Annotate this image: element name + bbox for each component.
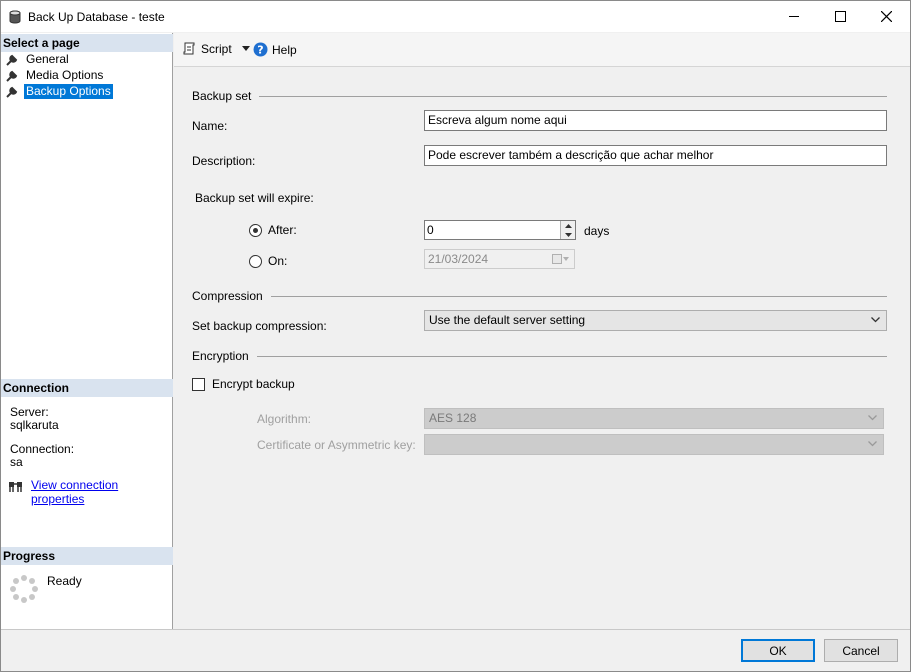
expire-label: Backup set will expire: — [195, 191, 314, 205]
select-page-heading: Select a page — [1, 34, 173, 52]
right-pane: Script ? Help Backup set Name: Escreva a… — [174, 33, 910, 629]
minimize-icon — [788, 16, 799, 17]
page-general[interactable]: General — [5, 52, 71, 67]
encryption-group: Encryption — [192, 349, 887, 363]
set-compression-label: Set backup compression: — [192, 319, 327, 333]
checkbox-unchecked-icon — [192, 377, 205, 391]
ok-button[interactable]: OK — [741, 639, 815, 662]
on-date-value: 21/03/2024 — [428, 252, 489, 266]
wrench-icon — [6, 86, 18, 98]
stepper-up-icon[interactable] — [561, 221, 575, 230]
algorithm-value: AES 128 — [429, 411, 477, 425]
radio-selected-icon — [249, 223, 262, 237]
left-pane: Select a page General Media Options Back… — [1, 33, 173, 629]
dialog-footer: OK Cancel — [1, 629, 910, 671]
svg-text:?: ? — [257, 44, 263, 57]
algorithm-select[interactable]: AES 128 — [424, 408, 884, 429]
page-media-options[interactable]: Media Options — [5, 68, 105, 83]
name-input[interactable]: Escreva algum nome aqui — [424, 110, 887, 131]
close-button[interactable] — [863, 1, 909, 32]
page-backup-options[interactable]: Backup Options — [5, 84, 113, 99]
maximize-button[interactable] — [817, 1, 863, 32]
progress-status: Ready — [47, 574, 82, 588]
server-value: sqlkaruta — [10, 418, 59, 432]
help-icon: ? — [253, 42, 268, 57]
on-date-picker[interactable]: 21/03/2024 — [424, 249, 575, 269]
chevron-down-icon — [241, 46, 250, 51]
encrypt-backup-label: Encrypt backup — [212, 377, 295, 391]
script-button[interactable]: Script — [182, 42, 251, 56]
backup-set-group-label: Backup set — [192, 89, 252, 103]
maximize-icon — [834, 11, 846, 22]
encrypt-backup-checkbox[interactable]: Encrypt backup — [192, 377, 295, 391]
page-label: Media Options — [26, 68, 104, 82]
wrench-icon — [6, 70, 18, 82]
after-label: After: — [268, 223, 297, 237]
on-radio[interactable]: On: — [249, 254, 287, 268]
name-label: Name: — [192, 119, 228, 133]
backup-set-group: Backup set — [192, 89, 887, 103]
algorithm-label: Algorithm: — [257, 412, 312, 426]
compression-selected-value: Use the default server setting — [429, 313, 586, 327]
after-radio[interactable]: After: — [249, 223, 297, 237]
chevron-down-icon — [868, 441, 877, 447]
certificate-label: Certificate or Asymmetric key: — [257, 438, 416, 452]
encryption-group-label: Encryption — [192, 349, 249, 363]
description-label: Description: — [192, 154, 256, 168]
chevron-down-icon — [868, 415, 877, 421]
compression-group: Compression — [192, 289, 887, 303]
script-label: Script — [201, 42, 232, 56]
window-title: Back Up Database - teste — [28, 10, 165, 24]
radio-unselected-icon — [249, 254, 262, 268]
page-label: General — [26, 52, 69, 66]
connection-properties-icon — [9, 482, 22, 492]
backup-dialog: Back Up Database - teste Select a page G… — [0, 0, 911, 672]
after-days-stepper[interactable]: 0 — [424, 220, 576, 240]
description-input[interactable]: Pode escrever também a descrição que ach… — [424, 145, 887, 166]
progress-spinner-icon — [10, 575, 38, 603]
calendar-icon — [552, 254, 569, 264]
view-connection-properties-link[interactable]: View connection properties — [31, 478, 172, 506]
compression-select[interactable]: Use the default server setting — [424, 310, 887, 331]
after-days-value: 0 — [427, 223, 434, 237]
help-label: Help — [272, 42, 297, 57]
compression-group-label: Compression — [192, 289, 263, 303]
help-button[interactable]: ? Help — [253, 42, 297, 57]
progress-heading: Progress — [1, 547, 173, 565]
database-icon — [9, 10, 21, 24]
connection-value: sa — [10, 455, 23, 469]
certificate-select[interactable] — [424, 434, 884, 455]
connection-heading: Connection — [1, 379, 173, 397]
close-icon — [880, 11, 892, 22]
backup-options-page: Backup set Name: Escreva algum nome aqui… — [174, 68, 910, 629]
page-label: Backup Options — [24, 84, 113, 99]
cancel-button[interactable]: Cancel — [824, 639, 898, 662]
title-bar[interactable]: Back Up Database - teste — [1, 1, 910, 32]
script-icon — [183, 42, 195, 55]
wrench-icon — [6, 54, 18, 66]
minimize-button[interactable] — [771, 1, 817, 32]
stepper-down-icon[interactable] — [561, 230, 575, 239]
toolbar: Script ? Help — [174, 33, 910, 67]
days-label: days — [584, 224, 610, 238]
chevron-down-icon — [871, 317, 880, 323]
on-label: On: — [268, 254, 288, 268]
